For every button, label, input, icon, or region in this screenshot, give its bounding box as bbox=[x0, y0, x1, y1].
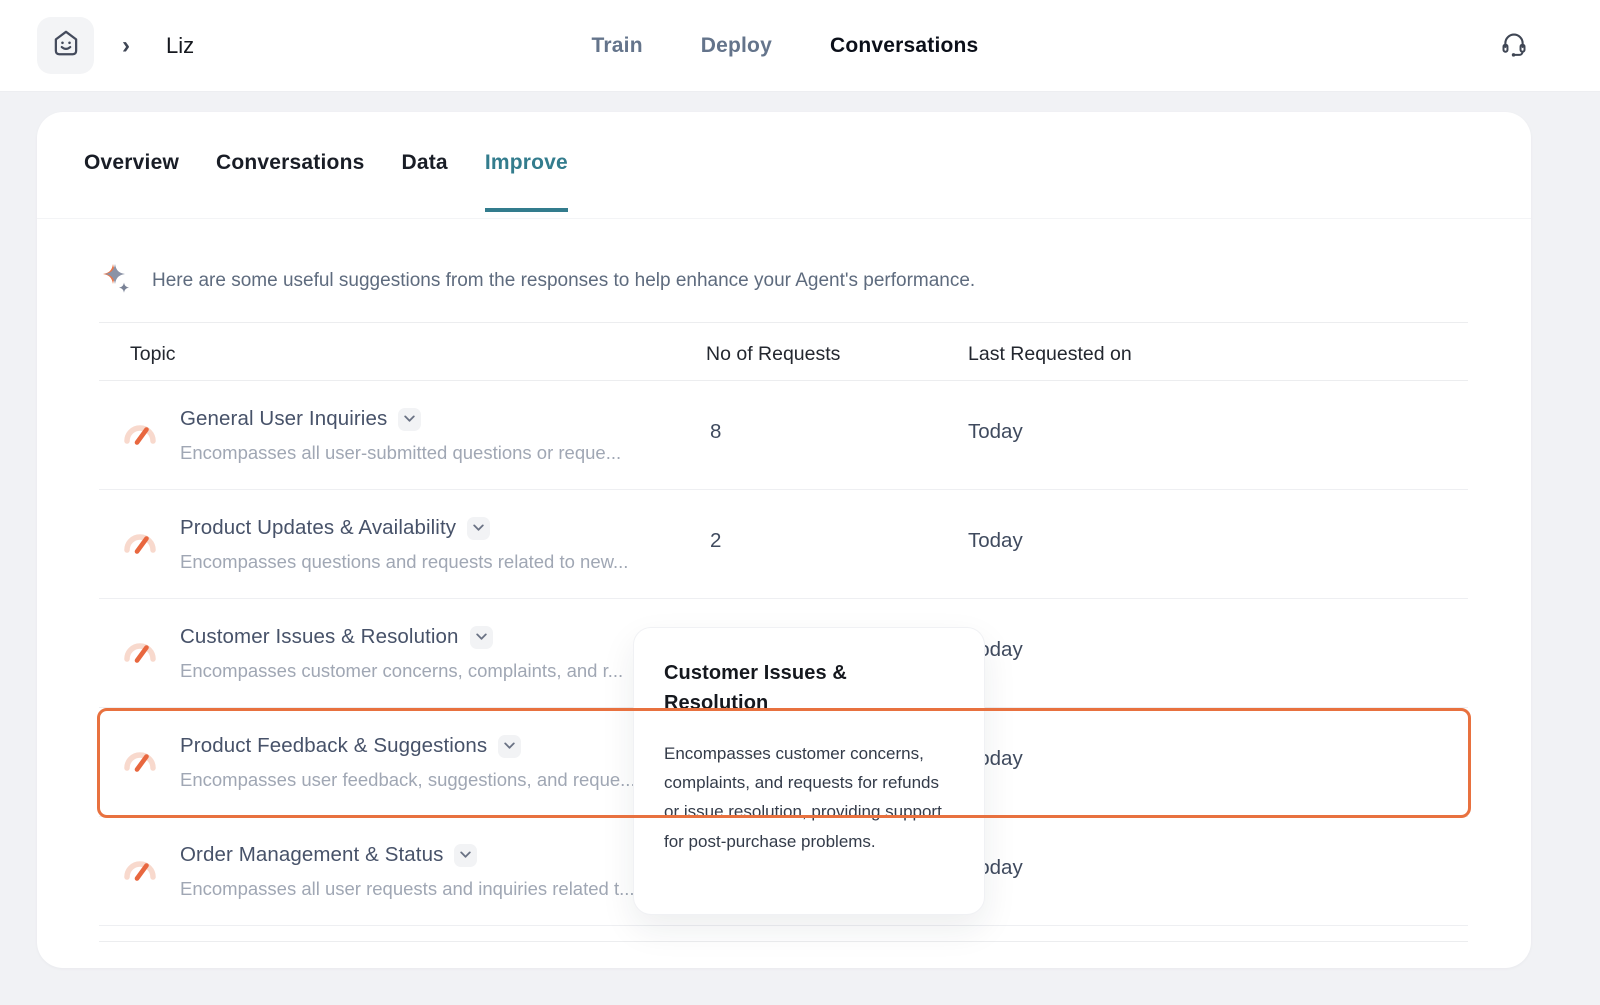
tooltip-body: Encompasses customer concerns, complaint… bbox=[664, 739, 954, 856]
expand-topic-button[interactable] bbox=[498, 735, 521, 758]
requests-count: 2 bbox=[710, 529, 721, 553]
topic-description: Encompasses user feedback, suggestions, … bbox=[180, 769, 636, 791]
last-requested-date: Today bbox=[968, 420, 1023, 444]
top-header: › Liz Train Deploy Conversations bbox=[0, 0, 1600, 92]
column-header-last-requested: Last Requested on bbox=[968, 343, 1132, 366]
topic-title[interactable]: Customer Issues & Resolution bbox=[180, 625, 459, 649]
tooltip-title: Customer Issues & Resolution bbox=[664, 658, 899, 718]
table-row[interactable]: General User Inquiries Encompasses all u… bbox=[99, 381, 1468, 490]
topic-title[interactable]: Order Management & Status bbox=[180, 843, 443, 867]
table-header-row: Topic No of Requests Last Requested on bbox=[99, 323, 1468, 381]
chevron-down-icon bbox=[504, 742, 515, 750]
expand-topic-button[interactable] bbox=[398, 408, 421, 431]
tab-bar: Overview Conversations Data Improve bbox=[37, 112, 1531, 219]
topic-description: Encompasses all user-submitted questions… bbox=[180, 442, 621, 464]
chevron-down-icon bbox=[476, 633, 487, 641]
chevron-down-icon bbox=[460, 851, 471, 859]
breadcrumb-agent-name[interactable]: Liz bbox=[166, 0, 194, 92]
tab-improve[interactable]: Improve bbox=[485, 151, 568, 212]
gauge-icon bbox=[120, 633, 160, 678]
table-bottom-divider bbox=[99, 926, 1468, 942]
topic-title[interactable]: Product Feedback & Suggestions bbox=[180, 734, 487, 758]
tab-conversations[interactable]: Conversations bbox=[216, 151, 364, 212]
nav-item-train[interactable]: Train bbox=[592, 34, 643, 58]
topic-description: Encompasses questions and requests relat… bbox=[180, 551, 628, 573]
gauge-icon bbox=[120, 742, 160, 787]
expand-topic-button[interactable] bbox=[454, 844, 477, 867]
topic-title[interactable]: Product Updates & Availability bbox=[180, 516, 456, 540]
column-header-topic: Topic bbox=[130, 343, 176, 366]
expand-topic-button[interactable] bbox=[467, 517, 490, 540]
topic-description: Encompasses all user requests and inquir… bbox=[180, 878, 635, 900]
top-nav: Train Deploy Conversations bbox=[592, 0, 979, 92]
chevron-down-icon bbox=[404, 415, 415, 423]
tab-data[interactable]: Data bbox=[401, 151, 447, 212]
requests-count: 8 bbox=[710, 420, 721, 444]
home-logo-button[interactable] bbox=[37, 17, 94, 74]
support-headset-button[interactable] bbox=[1500, 30, 1528, 63]
suggestions-banner-text: Here are some useful suggestions from th… bbox=[152, 270, 975, 292]
house-smiley-icon bbox=[50, 27, 82, 64]
chevron-down-icon bbox=[473, 524, 484, 532]
suggestions-banner: Here are some useful suggestions from th… bbox=[37, 219, 1531, 300]
table-row[interactable]: Product Updates & Availability Encompass… bbox=[99, 490, 1468, 599]
gauge-icon bbox=[120, 851, 160, 896]
column-header-requests: No of Requests bbox=[706, 343, 840, 366]
expand-topic-button[interactable] bbox=[470, 626, 493, 649]
gauge-icon bbox=[120, 524, 160, 569]
tab-overview[interactable]: Overview bbox=[84, 151, 179, 212]
nav-item-conversations[interactable]: Conversations bbox=[830, 34, 978, 58]
headset-icon bbox=[1500, 45, 1528, 62]
topic-tooltip: Customer Issues & Resolution Encompasses… bbox=[633, 627, 985, 915]
topic-title[interactable]: General User Inquiries bbox=[180, 407, 387, 431]
sparkle-icon bbox=[100, 261, 134, 300]
last-requested-date: Today bbox=[968, 529, 1023, 553]
nav-item-deploy[interactable]: Deploy bbox=[701, 34, 772, 58]
gauge-icon bbox=[120, 415, 160, 460]
topic-description: Encompasses customer concerns, complaint… bbox=[180, 660, 623, 682]
breadcrumb-chevron-icon: › bbox=[122, 0, 130, 92]
